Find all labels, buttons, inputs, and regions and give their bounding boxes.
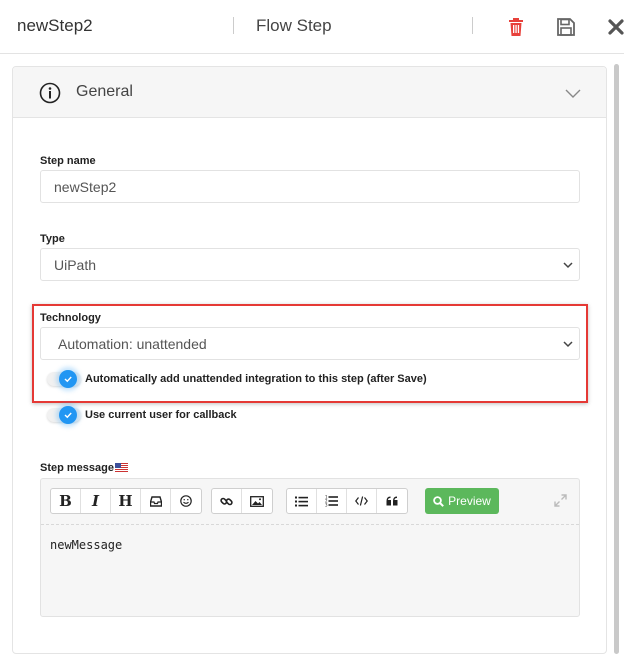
panel-header[interactable]: General <box>13 67 606 118</box>
floppy-disk-icon <box>557 18 575 36</box>
delete-button[interactable] <box>505 16 527 38</box>
scrollbar[interactable] <box>610 54 624 654</box>
scrollbar-thumb[interactable] <box>614 64 619 654</box>
us-flag-icon <box>115 463 128 472</box>
step-name-input[interactable]: newStep2 <box>40 170 580 203</box>
numbered-list-icon: 123 <box>325 495 338 507</box>
chevron-down-icon[interactable] <box>565 85 581 101</box>
toggle-knob <box>59 370 77 388</box>
info-icon <box>39 82 61 104</box>
panel-title: General <box>76 83 133 100</box>
inbox-button[interactable] <box>141 489 171 513</box>
step-name-label: Step name <box>40 155 96 167</box>
step-title: newStep2 <box>17 16 93 35</box>
preview-button[interactable]: Preview <box>425 488 499 514</box>
step-message-label: Step message <box>40 462 114 474</box>
numbered-list-button[interactable]: 123 <box>317 489 347 513</box>
save-button[interactable] <box>555 16 577 38</box>
bold-button[interactable]: B <box>51 489 81 513</box>
current-user-callback-label: Use current user for callback <box>85 409 237 421</box>
link-button[interactable] <box>212 489 242 513</box>
general-panel: General Step name newStep2 Type UiPath T… <box>12 66 607 654</box>
current-user-callback-toggle[interactable] <box>47 406 81 424</box>
header-divider <box>233 17 234 34</box>
image-icon <box>250 495 264 507</box>
image-button[interactable] <box>242 489 272 513</box>
inbox-icon <box>149 495 162 507</box>
preview-button-label: Preview <box>448 494 491 508</box>
header-subtitle: Flow Step <box>256 16 332 35</box>
italic-button[interactable]: I <box>81 489 111 513</box>
close-button[interactable] <box>605 16 624 38</box>
type-label: Type <box>40 233 65 245</box>
bullet-list-button[interactable] <box>287 489 317 513</box>
quote-button[interactable] <box>377 489 407 513</box>
format-button-group: B I H <box>50 488 202 514</box>
type-select-value: UiPath <box>54 257 97 273</box>
header-divider <box>472 17 473 34</box>
auto-integration-toggle[interactable] <box>47 370 81 388</box>
heading-button[interactable]: H <box>111 489 141 513</box>
insert-button-group <box>211 488 273 514</box>
search-icon <box>433 495 445 507</box>
check-icon <box>64 376 72 383</box>
chevron-down-icon <box>563 262 573 269</box>
technology-label: Technology <box>40 312 101 324</box>
markdown-editor: B I H 1 2 3 Preview newMessage <box>40 478 580 617</box>
editor-toolbar: B I H 1 2 3 Preview <box>41 479 579 525</box>
technology-select-value: Automation: unattended <box>58 336 207 352</box>
close-icon <box>608 19 624 35</box>
trash-icon <box>509 18 523 36</box>
emoji-button[interactable] <box>171 489 201 513</box>
bullet-list-icon <box>295 496 308 506</box>
check-icon <box>64 412 72 419</box>
smiley-icon <box>180 495 192 507</box>
link-icon <box>220 497 233 505</box>
technology-select[interactable]: Automation: unattended <box>40 327 580 360</box>
code-icon <box>355 496 368 506</box>
chevron-down-icon <box>563 341 573 348</box>
code-button[interactable] <box>347 489 377 513</box>
block-button-group: 123 <box>286 488 408 514</box>
svg-text:3: 3 <box>325 503 328 508</box>
window-header: newStep2 Flow Step <box>0 0 624 54</box>
type-select[interactable]: UiPath <box>40 248 580 281</box>
toggle-knob <box>59 406 77 424</box>
quote-icon <box>386 496 398 506</box>
editor-content[interactable]: newMessage <box>50 538 122 552</box>
expand-icon[interactable] <box>554 494 567 507</box>
auto-integration-label: Automatically add unattended integration… <box>85 373 427 385</box>
